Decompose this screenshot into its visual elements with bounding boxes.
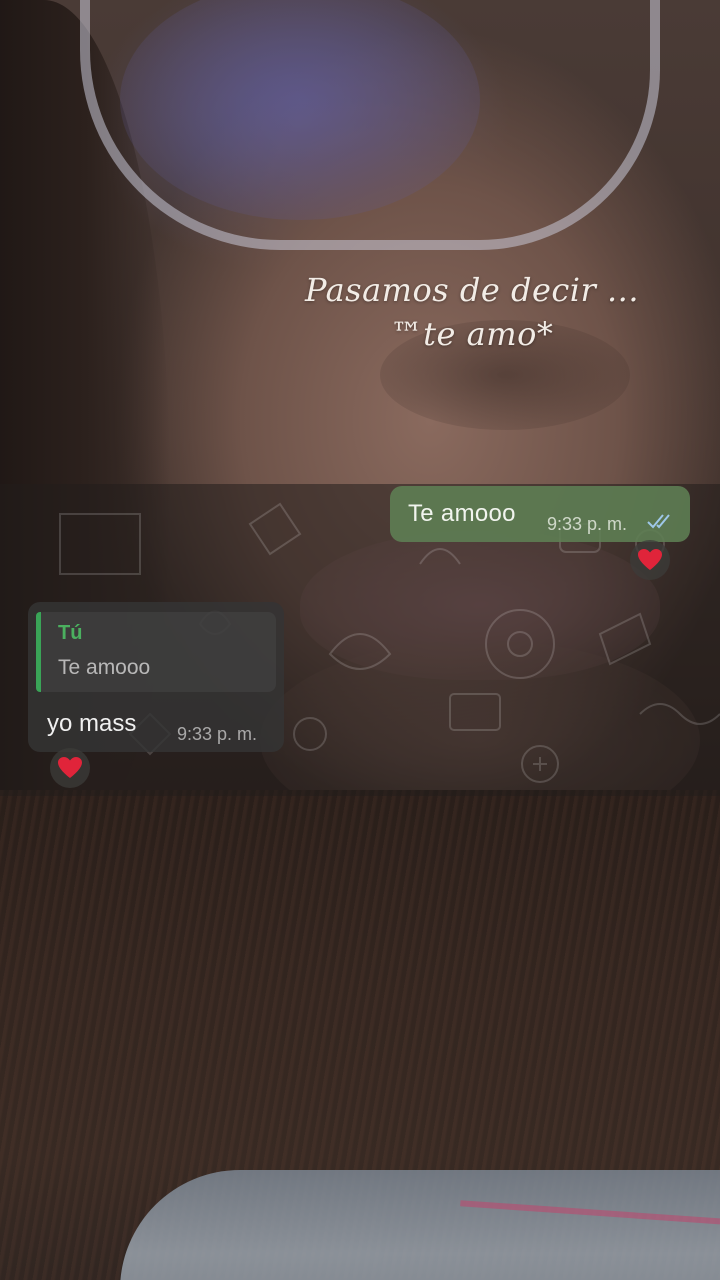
- outgoing-message-bubble[interactable]: Te amooo 9:33 p. m.: [390, 486, 690, 542]
- heart-icon: [58, 757, 82, 778]
- outgoing-reaction-heart-icon[interactable]: [630, 540, 670, 580]
- incoming-message-time: 9:33 p. m.: [177, 724, 258, 744]
- incoming-message-bubble[interactable]: Tú Te amooo yo mass 9:33 p. m.: [28, 602, 284, 752]
- chat-screenshot: Te amooo 9:33 p. m. Tú Te amooo yo mass …: [0, 484, 720, 796]
- caption-line-1: Pasamos de decir ...: [304, 271, 640, 309]
- heart-icon: [638, 549, 662, 570]
- photo-glasses: [80, 0, 660, 250]
- quoted-text: Te amooo: [58, 656, 151, 679]
- outgoing-message-time: 9:33 p. m.: [547, 514, 628, 534]
- photo-shirt: [120, 1170, 720, 1280]
- outgoing-message-text: Te amooo: [408, 500, 516, 527]
- quoted-author: Tú: [58, 622, 83, 644]
- caption-line-2: ™te amo*: [390, 315, 554, 353]
- incoming-message-text: yo mass: [47, 710, 137, 737]
- story-caption: Pasamos de decir ... ™te amo*: [242, 268, 702, 356]
- quote-accent-bar: [36, 612, 41, 692]
- quoted-reply[interactable]: Tú Te amooo: [36, 612, 276, 692]
- read-receipt-icon: [647, 514, 670, 529]
- incoming-reaction-heart-icon[interactable]: [50, 748, 90, 788]
